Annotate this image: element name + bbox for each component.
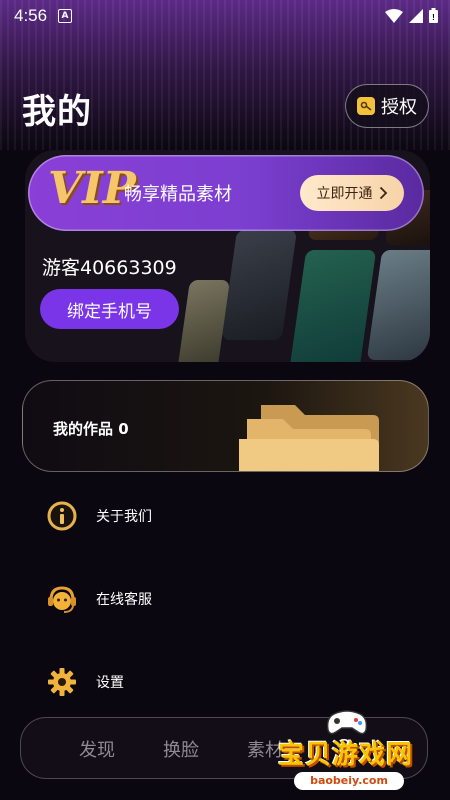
authorize-label: 授权 (381, 97, 417, 118)
menu-item-settings[interactable]: 设置 (46, 662, 346, 702)
svg-text:!: ! (432, 13, 435, 22)
folder-icon (239, 405, 379, 471)
menu-label-support: 在线客服 (96, 592, 152, 608)
vip-tagline: 畅享精品素材 (124, 184, 232, 205)
wifi-icon (385, 8, 403, 23)
my-works-label: 我的作品 0 (53, 420, 129, 438)
menu-item-support[interactable]: 在线客服 (46, 579, 346, 619)
bind-phone-button[interactable]: 绑定手机号 (40, 289, 179, 329)
guest-name: 游客40663309 (42, 257, 177, 279)
status-icons: ! (385, 8, 438, 23)
status-time: 4:56 (14, 6, 48, 25)
collage-tile (177, 280, 230, 362)
authorize-button[interactable]: 授权 (345, 84, 429, 128)
signal-icon (409, 8, 423, 23)
key-icon (357, 97, 375, 115)
open-vip-button[interactable]: 立即开通 (300, 175, 404, 211)
watermark-text: 宝贝游戏网 (278, 740, 414, 770)
tab-discover[interactable]: 发现 (79, 736, 115, 762)
menu-label-about: 关于我们 (96, 509, 152, 525)
watermark-url: baobeiy.com (294, 772, 404, 790)
notification-icon: A (58, 9, 72, 23)
battery-icon: ! (429, 8, 438, 23)
headset-icon (46, 583, 78, 615)
page-title: 我的 (22, 92, 92, 132)
gear-icon (46, 666, 78, 698)
info-icon (46, 500, 78, 532)
open-vip-label: 立即开通 (316, 186, 373, 202)
menu-item-about[interactable]: 关于我们 (46, 496, 346, 536)
watermark: 宝贝游戏网 baobeiy.com (272, 708, 442, 796)
vip-badge: VIP (48, 163, 136, 214)
menu-label-settings: 设置 (96, 675, 124, 691)
collage-tile (366, 250, 430, 360)
collage-tile (221, 230, 298, 340)
vip-banner[interactable]: VIP 畅享精品素材 立即开通 (28, 155, 424, 231)
tab-face-swap[interactable]: 换脸 (163, 736, 199, 762)
collage-tile (289, 250, 377, 362)
my-works-card[interactable]: 我的作品 0 (22, 380, 429, 472)
chevron-right-icon (379, 186, 387, 200)
status-bar: 4:56 A ! (0, 0, 450, 32)
